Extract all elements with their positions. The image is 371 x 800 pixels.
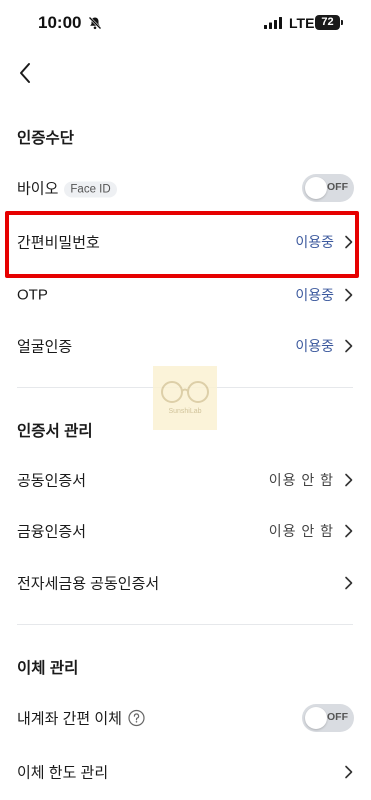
own-transfer-label: 내계좌 간편 이체 (17, 710, 122, 728)
transfer-limit-row[interactable]: 이체 한도 관리 (0, 746, 371, 798)
network-type: LTE (289, 15, 315, 31)
chevron-right-icon (345, 339, 353, 353)
back-arrow-icon[interactable] (14, 60, 38, 86)
otp-row[interactable]: OTP 이용중 (0, 269, 371, 321)
own-transfer-toggle[interactable]: OFF (302, 704, 354, 732)
toggle-knob (305, 707, 327, 729)
finance-cert-status: 이용 안 함 (268, 523, 334, 539)
chevron-right-icon (345, 576, 353, 590)
bio-toggle[interactable]: OFF (302, 174, 354, 202)
help-circle-icon[interactable] (128, 709, 145, 727)
otp-label: OTP (17, 286, 48, 304)
bell-off-icon (88, 16, 102, 30)
tax-cert-row[interactable]: 전자세금용 공동인증서 (0, 557, 371, 609)
finance-cert-label: 금융인증서 (17, 523, 87, 541)
joint-cert-label: 공동인증서 (17, 472, 87, 490)
battery-icon: 72 (315, 15, 343, 30)
face-auth-status: 이용중 (295, 338, 334, 354)
toggle-state-text: OFF (327, 711, 348, 723)
face-id-badge: Face ID (64, 181, 117, 198)
section-title-cert: 인증서 관리 (17, 423, 93, 440)
status-time: 10:00 (38, 13, 82, 32)
transfer-limit-label: 이체 한도 관리 (17, 764, 109, 782)
watermark-text: SunshiLab (168, 408, 202, 415)
watermark-logo: SunshiLab (153, 366, 217, 430)
joint-cert-status: 이용 안 함 (268, 472, 334, 488)
bio-label: 바이오 (17, 180, 59, 198)
own-transfer-label-wrap: 내계좌 간편 이체 (17, 708, 145, 729)
status-bar: 10:00 LTE 72 (0, 0, 371, 48)
section-title-transfer: 이체 관리 (17, 660, 79, 677)
chevron-right-icon (345, 288, 353, 302)
face-auth-label: 얼굴인증 (17, 338, 73, 356)
joint-cert-row[interactable]: 공동인증서 이용 안 함 (0, 454, 371, 506)
finance-cert-row[interactable]: 금융인증서 이용 안 함 (0, 505, 371, 557)
bio-label-wrap: 바이오 Face ID (17, 178, 117, 199)
otp-status: 이용중 (295, 287, 334, 303)
chevron-right-icon (345, 473, 353, 487)
toggle-knob (305, 177, 327, 199)
bio-row: 바이오 Face ID OFF (0, 162, 371, 214)
glasses-icon (161, 381, 209, 403)
highlight-box (5, 211, 359, 278)
tax-cert-label: 전자세금용 공동인증서 (17, 575, 160, 593)
section-divider (17, 624, 353, 625)
chevron-right-icon (345, 765, 353, 779)
own-transfer-row: 내계좌 간편 이체 OFF (0, 692, 371, 744)
chevron-right-icon (345, 524, 353, 538)
signal-icon (264, 17, 282, 29)
section-title-auth: 인증수단 (17, 130, 75, 147)
toggle-state-text: OFF (327, 181, 348, 193)
face-auth-row[interactable]: 얼굴인증 이용중 (0, 320, 371, 372)
